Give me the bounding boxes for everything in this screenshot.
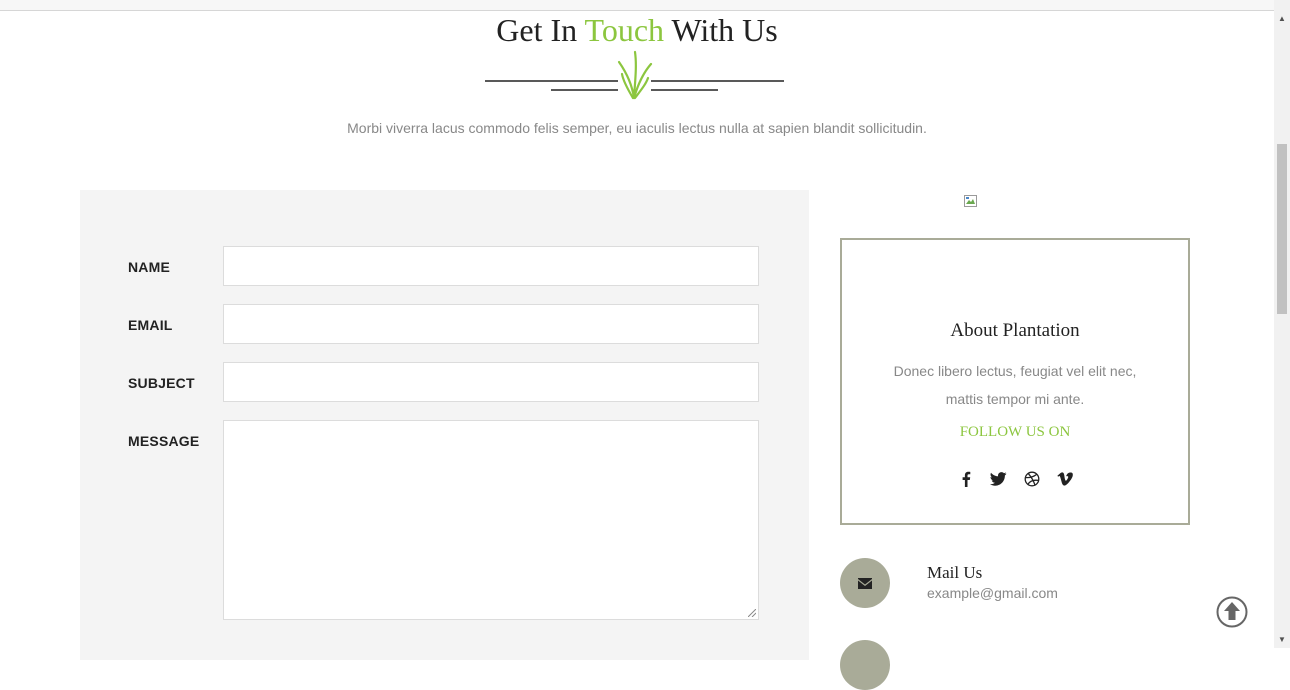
about-title: About Plantation — [950, 320, 1080, 341]
grass-divider-icon — [485, 50, 784, 100]
email-label: EMAIL — [128, 317, 173, 333]
facebook-icon[interactable] — [957, 470, 975, 488]
resize-grip-icon[interactable] — [748, 609, 756, 617]
scroll-to-top-icon[interactable] — [1216, 596, 1248, 628]
about-text: Donec libero lectus, feugiat vel elit ne… — [893, 363, 1137, 407]
contact-form-panel: NAME EMAIL SUBJECT MESSAGE — [80, 190, 809, 660]
subject-field[interactable] — [223, 362, 759, 402]
social-links — [842, 470, 1188, 488]
scrollbar-thumb[interactable] — [1277, 144, 1287, 314]
message-field[interactable] — [223, 420, 759, 620]
scroll-down-arrow-icon[interactable]: ▼ — [1278, 636, 1286, 644]
scroll-up-arrow-icon[interactable]: ▲ — [1278, 15, 1286, 23]
mail-us-title: Mail Us — [927, 563, 983, 582]
name-field[interactable] — [223, 246, 759, 286]
about-card: About Plantation Donec libero lectus, fe… — [840, 238, 1190, 525]
heading-text-accent: Touch — [584, 12, 665, 48]
heading-text-end: With Us — [664, 12, 778, 48]
subject-label: SUBJECT — [128, 375, 195, 391]
mail-us-email[interactable]: example@gmail.com — [927, 585, 1058, 601]
broken-image-icon — [964, 195, 977, 207]
section-heading: Get In Touch With Us — [0, 12, 1274, 49]
dribbble-icon[interactable] — [1023, 470, 1041, 488]
page-scrollbar[interactable]: ▲ ▼ — [1274, 0, 1290, 648]
heading-text-start: Get In — [496, 12, 585, 48]
section-intro-text: Morbi viverra lacus commodo felis semper… — [347, 120, 927, 136]
twitter-icon[interactable] — [990, 470, 1008, 488]
mail-icon-circle — [840, 558, 890, 608]
follow-us-label: FOLLOW US ON — [959, 424, 1071, 440]
envelope-icon — [858, 577, 872, 589]
browser-top-strip — [0, 0, 1274, 11]
email-field[interactable] — [223, 304, 759, 344]
name-label: NAME — [128, 259, 171, 275]
vimeo-icon[interactable] — [1056, 470, 1074, 488]
message-label: MESSAGE — [128, 433, 200, 449]
